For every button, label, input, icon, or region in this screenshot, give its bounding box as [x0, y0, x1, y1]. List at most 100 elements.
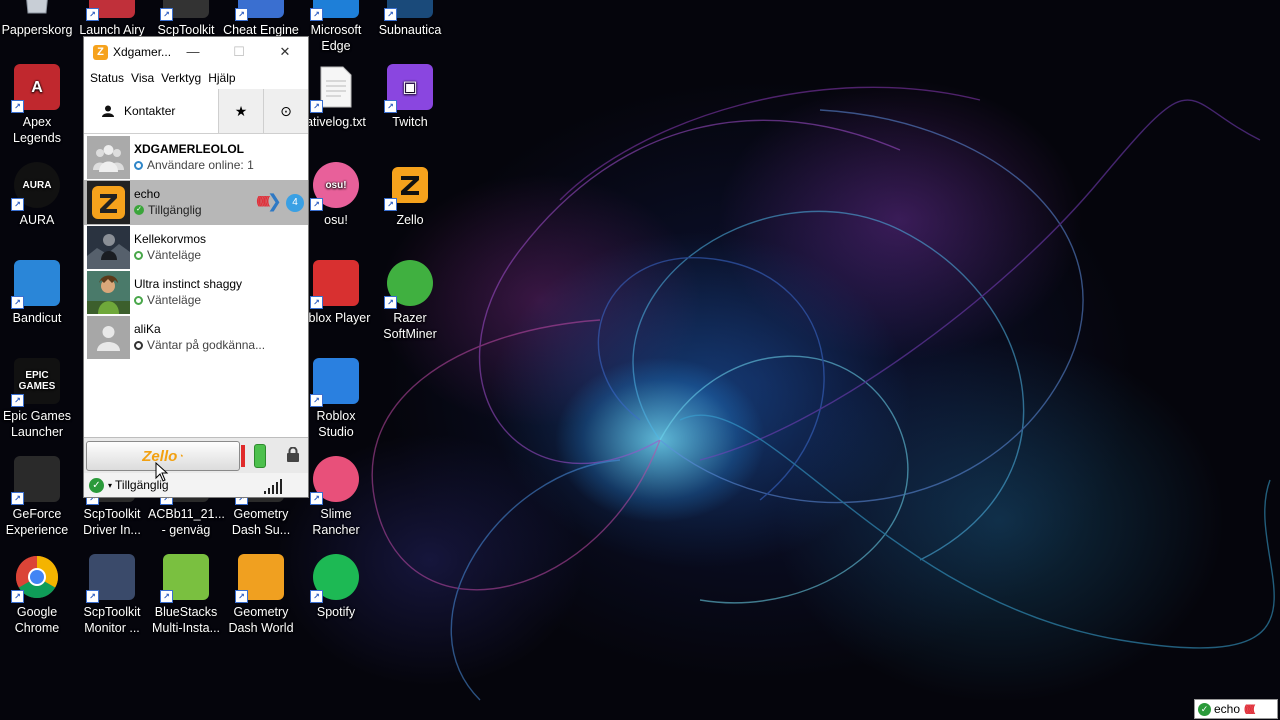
- desktop-icon-papperskorg[interactable]: Papperskorg: [0, 0, 75, 38]
- desktop-icon-subnautica[interactable]: ↗ Subnautica: [372, 0, 448, 38]
- desktop-icon-apex[interactable]: A ↗ Apex Legends: [0, 64, 75, 146]
- contact-status: Användare online: 1: [134, 157, 254, 173]
- launch-airy-icon: ↗: [86, 0, 135, 21]
- desktop-icon-razer[interactable]: ↗ Razer SoftMiner: [372, 260, 448, 342]
- desktop-icon-label: ativelog.txt: [306, 115, 366, 129]
- contact-status: Väntar på godkänna...: [134, 337, 265, 353]
- shaggy-avatar: [87, 271, 130, 314]
- contact-row-echo[interactable]: echo ✓ Tillgänglig ((((((( ❯ 4: [84, 180, 308, 225]
- desktop-icon-label: Apex Legends: [13, 115, 61, 145]
- status-bar[interactable]: ✓ ▾ Tillgänglig: [84, 473, 308, 497]
- status-dropdown-icon[interactable]: ▾: [108, 481, 112, 490]
- desktop-icon-label: Geometry Dash Su...: [231, 507, 291, 537]
- desktop-icon-label: AURA: [19, 213, 55, 227]
- desktop-icon-scptoolkit[interactable]: ↗ ScpToolkit: [148, 0, 224, 38]
- contact-row-xdgamerleolol[interactable]: XDGAMERLEOLOL Användare online: 1: [84, 135, 308, 180]
- title-bar[interactable]: Z Xdgamer... — ☐ ✕: [84, 37, 308, 67]
- desktop-icon-label: Twitch: [392, 115, 428, 129]
- desktop-icon-label: osu!: [324, 213, 348, 227]
- desktop-icon-label: ACBb11_21... - genväg: [148, 507, 225, 537]
- menu-bar: Status Visa Verktyg Hjälp: [84, 67, 308, 89]
- contact-name: Ultra instinct shaggy: [134, 277, 243, 291]
- contact-row-kellekorvmos[interactable]: Kellekorvmos Vänteläge: [84, 225, 308, 270]
- close-button[interactable]: ✕: [262, 37, 308, 67]
- menu-visa[interactable]: Visa: [131, 71, 154, 85]
- spotify-icon: ↗: [310, 554, 359, 603]
- lock-icon[interactable]: [286, 446, 300, 465]
- shortcut-arrow-icon: ↗: [310, 590, 323, 603]
- desktop-icon-label: Zello: [396, 213, 424, 227]
- desktop-icon-roblox-studio[interactable]: ↗ Roblox Studio: [298, 358, 374, 440]
- papperskorg-icon: [14, 0, 60, 18]
- kellekorvmos-avatar: [87, 226, 130, 269]
- desktop-icon-scp-monitor[interactable]: ↗ ScpToolkit Monitor ...: [74, 554, 150, 636]
- zello-window[interactable]: Z Xdgamer... — ☐ ✕ Status Visa Verktyg H…: [83, 36, 309, 498]
- desktop-icon-gd-world[interactable]: ↗ Geometry Dash World: [223, 554, 299, 636]
- contact-name: XDGAMERLEOLOL: [134, 142, 244, 156]
- desktop-icon-roblox-player[interactable]: ↗ oblox Player: [298, 260, 374, 326]
- minimize-button[interactable]: —: [170, 37, 216, 67]
- desktop-icon-launch-airy[interactable]: ↗ Launch Airy: [74, 0, 150, 38]
- desktop-icon-label: Subnautica: [378, 23, 442, 37]
- desktop-icon-label: Spotify: [316, 605, 356, 619]
- desktop-icon-epic[interactable]: EPIC GAMES ↗ Epic Games Launcher: [0, 358, 75, 440]
- desktop-icon-zello[interactable]: ↗ Zello: [372, 162, 448, 228]
- desktop-icon-label: Geometry Dash World: [228, 605, 294, 635]
- shortcut-arrow-icon: ↗: [86, 590, 99, 603]
- osu-icon: osu! ↗: [310, 162, 359, 211]
- talk-level-indicator: [241, 445, 245, 467]
- shortcut-arrow-icon: ↗: [11, 590, 24, 603]
- desktop-icon-aura[interactable]: AURA ↗ AURA: [0, 162, 75, 228]
- desktop-icon-spotify[interactable]: ↗ Spotify: [298, 554, 374, 620]
- desktop-icon-label: Epic Games Launcher: [2, 409, 72, 439]
- desktop-icon-label: oblox Player: [301, 311, 371, 325]
- person-icon: [102, 105, 114, 117]
- menu-verktyg[interactable]: Verktyg: [161, 71, 201, 85]
- mouse-cursor-icon: [155, 462, 169, 482]
- slime-icon: ↗: [310, 456, 359, 505]
- audio-level-icon: [254, 444, 266, 468]
- desktop-icon-geforce[interactable]: ↗ GeForce Experience: [0, 456, 75, 538]
- desktop-icon-bandicut[interactable]: ↗ Bandicut: [0, 260, 75, 326]
- maximize-button[interactable]: ☐: [216, 37, 262, 67]
- tab-recents[interactable]: ⊙: [264, 89, 308, 133]
- tray-notification[interactable]: ✓ echo (((((((: [1194, 699, 1278, 719]
- shortcut-arrow-icon: ↗: [11, 394, 24, 407]
- unread-badge: 4: [286, 194, 304, 212]
- menu-hjalp[interactable]: Hjälp: [208, 71, 235, 85]
- desktop-icon-slime[interactable]: ↗ Slime Rancher: [298, 456, 374, 538]
- tab-contacts[interactable]: Kontakter: [84, 89, 219, 133]
- desktop-icon-osu[interactable]: osu! ↗ osu!: [298, 162, 374, 228]
- tab-favorites[interactable]: ★: [219, 89, 264, 133]
- chevron-right-icon[interactable]: ❯: [267, 191, 282, 212]
- zello-logo-icon: Z: [93, 44, 108, 60]
- chrome-icon: ↗: [11, 554, 60, 603]
- desktop-icon-cheat-engine[interactable]: ↗ Cheat Engine: [223, 0, 299, 38]
- desktop-icon-chrome[interactable]: ↗ Google Chrome: [0, 554, 75, 636]
- contact-row-ultra-instinct-shaggy[interactable]: Ultra instinct shaggy Vänteläge: [84, 270, 308, 315]
- shortcut-arrow-icon: ↗: [310, 394, 323, 407]
- shortcut-arrow-icon: ↗: [310, 492, 323, 505]
- clock-icon: ⊙: [280, 102, 292, 119]
- desktop-icon-label: GeForce Experience: [5, 507, 69, 537]
- bluestacks-icon: ↗: [160, 554, 209, 603]
- menu-status[interactable]: Status: [90, 71, 124, 85]
- contact-status: ✓ Tillgänglig: [134, 202, 202, 218]
- channel-avatar: [87, 136, 130, 179]
- signal-arc-icon: ◔: [178, 451, 184, 461]
- contact-row-alika[interactable]: aliKa Väntar på godkänna...: [84, 315, 308, 360]
- tray-contact-name: echo: [1214, 702, 1241, 716]
- shortcut-arrow-icon: ↗: [11, 198, 24, 211]
- desktop-icon-twitch[interactable]: ▣ ↗ Twitch: [372, 64, 448, 130]
- apex-icon: A ↗: [11, 64, 60, 113]
- shortcut-arrow-icon: ↗: [384, 100, 397, 113]
- desktop-icon-label: Slime Rancher: [312, 507, 360, 537]
- nativelog-icon: ↗: [310, 64, 359, 113]
- desktop-icon-microsoft-edge[interactable]: ↗ Microsoft Edge: [298, 0, 374, 54]
- tab-contacts-label: Kontakter: [124, 104, 176, 118]
- desktop-icon-bluestacks[interactable]: ↗ BlueStacks Multi-Insta...: [148, 554, 224, 636]
- desktop-icon-nativelog[interactable]: ↗ ativelog.txt: [298, 64, 374, 130]
- available-check-icon: ✓: [134, 205, 144, 215]
- contact-list: XDGAMERLEOLOL Användare online: 1 echo ✓…: [84, 135, 308, 360]
- cheat-engine-icon: ↗: [235, 0, 284, 21]
